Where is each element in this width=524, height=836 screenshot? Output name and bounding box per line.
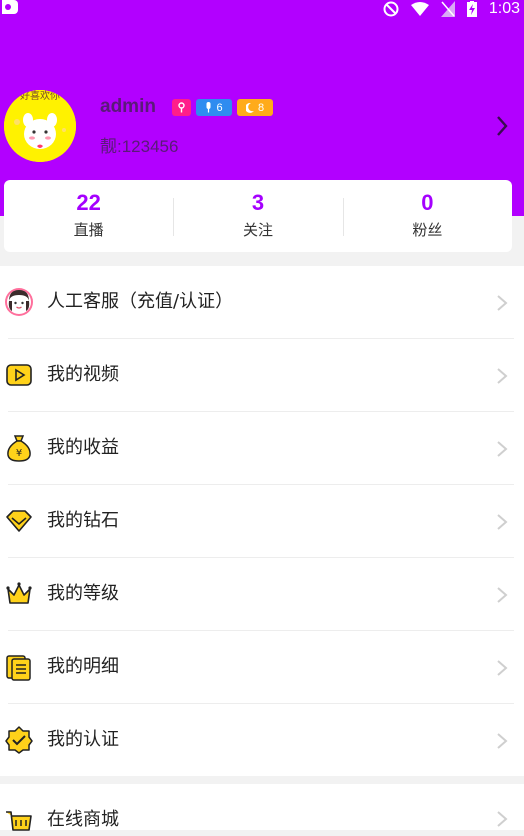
status-bar: 1:03 (0, 0, 524, 18)
menu-item-customer-service[interactable]: 人工客服（充值/认证） (0, 266, 524, 339)
profile-arrow-icon[interactable] (494, 114, 510, 138)
do-not-disturb-icon (383, 1, 399, 17)
chevron-right-icon (497, 368, 508, 384)
moon-icon (245, 102, 254, 113)
wealth-level-value: 8 (257, 101, 265, 114)
wealth-level-badge: 8 (237, 99, 273, 116)
user-badges: 6 8 (172, 99, 273, 116)
signal-icon (440, 1, 455, 17)
avatar-caption: 好喜欢你 (20, 91, 60, 102)
menu-item-diamonds[interactable]: 我的钻石 (0, 485, 524, 558)
menu-item-online-shop[interactable]: 在线商城 (0, 784, 524, 831)
chevron-right-icon (497, 811, 508, 827)
details-icon (6, 655, 31, 681)
stat-live-label: 直播 (73, 221, 104, 239)
menu-item-details[interactable]: 我的明细 (0, 631, 524, 704)
stat-fans[interactable]: 0 粉丝 (342, 180, 512, 252)
chevron-right-icon (497, 514, 508, 530)
stats-card: 22 直播 3 关注 0 粉丝 (4, 180, 512, 252)
chevron-right-icon (497, 733, 508, 749)
wifi-icon (410, 2, 429, 16)
stat-live-value: 22 (76, 190, 101, 215)
menu-label: 我的认证 (47, 729, 119, 750)
stat-following[interactable]: 3 关注 (173, 180, 342, 252)
menu-item-level[interactable]: 我的等级 (0, 558, 524, 631)
anchor-level-value: 6 (216, 101, 223, 114)
menu-label: 我的等级 (47, 583, 119, 604)
menu-label: 在线商城 (47, 809, 119, 830)
svg-text:¥: ¥ (16, 448, 22, 459)
menu-label: 人工客服（充值/认证） (47, 291, 234, 312)
menu-item-verification[interactable]: 我的认证 (0, 704, 524, 777)
menu-label: 我的钻石 (47, 510, 119, 531)
clock: 1:03 (488, 0, 520, 17)
stat-live[interactable]: 22 直播 (4, 180, 173, 252)
diamond-icon (6, 510, 32, 532)
chevron-right-icon (497, 441, 508, 457)
chevron-right-icon (497, 295, 508, 311)
role-badge (172, 99, 191, 116)
menu-list: 人工客服（充值/认证） 我的视频 ¥ 我的收益 我的钻石 我的等级 我的明细 我… (0, 266, 524, 776)
user-id: 靓:123456 (100, 137, 179, 156)
money-bag-icon: ¥ (7, 435, 31, 462)
stat-fans-label: 粉丝 (412, 221, 443, 239)
menu-label: 我的明细 (47, 656, 119, 677)
menu-item-earnings[interactable]: ¥ 我的收益 (0, 412, 524, 485)
microphone-icon (206, 102, 211, 113)
stat-fans-value: 0 (421, 190, 434, 215)
stat-following-label: 关注 (242, 221, 273, 239)
anchor-level-badge: 6 (196, 99, 232, 116)
app-notification-icon (2, 0, 18, 14)
video-icon (6, 364, 32, 386)
menu-item-videos[interactable]: 我的视频 (0, 339, 524, 412)
menu-label: 我的收益 (47, 437, 119, 458)
battery-icon (466, 1, 477, 17)
avatar[interactable]: 好喜欢你 (4, 90, 76, 162)
menu-list-2: 在线商城 (0, 784, 524, 831)
key-icon (178, 102, 185, 113)
chevron-right-icon (497, 660, 508, 676)
verify-icon (5, 726, 33, 754)
username: admin (100, 96, 156, 117)
crown-icon (6, 582, 32, 604)
chevron-right-icon (497, 587, 508, 603)
customer-service-icon (5, 288, 33, 316)
shop-cart-icon (6, 811, 32, 831)
stat-following-value: 3 (251, 190, 265, 215)
menu-label: 我的视频 (47, 364, 119, 385)
